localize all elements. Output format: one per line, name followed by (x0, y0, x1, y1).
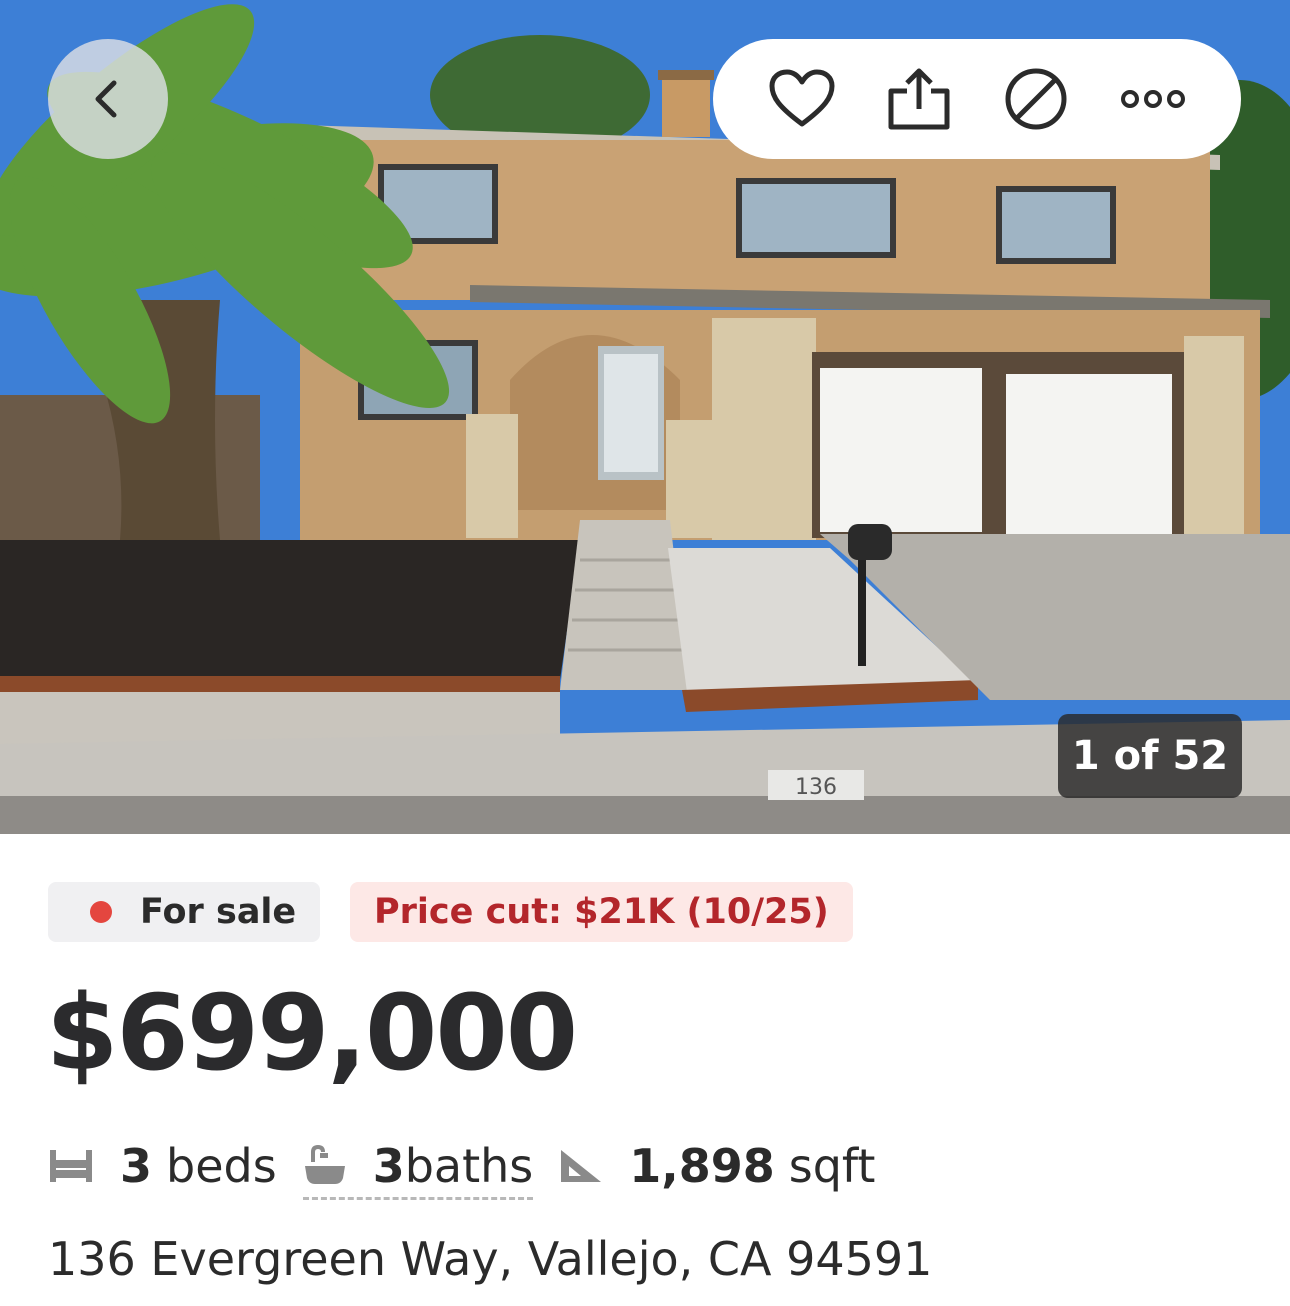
listing-details: For sale Price cut: $21K (10/25) $699,00… (0, 834, 1290, 1306)
property-stats: 3 beds 3 baths 1,898 sqft (48, 1134, 875, 1200)
action-toolbar (713, 39, 1241, 159)
block-icon (1005, 68, 1066, 130)
photo-counter[interactable]: 1 of 52 (1058, 714, 1242, 798)
curb-house-number: 136 (795, 775, 837, 800)
area-ruler-icon (559, 1148, 603, 1184)
share-icon (888, 68, 949, 130)
baths-label: baths (404, 1138, 534, 1193)
back-button[interactable] (48, 39, 168, 159)
baths-stat[interactable]: 3 baths (302, 1138, 534, 1200)
listing-address[interactable]: 136 Evergreen Way, Vallejo, CA 94591 (48, 1232, 932, 1286)
status-label: For sale (140, 892, 297, 932)
more-icon (1120, 90, 1185, 108)
listing-price: $699,000 (46, 972, 578, 1094)
sqft-count: 1,898 (629, 1139, 775, 1193)
favorite-button[interactable] (759, 56, 845, 142)
more-options-button[interactable] (1110, 56, 1196, 142)
share-button[interactable] (876, 56, 962, 142)
beds-label: beds (166, 1139, 277, 1193)
badges-row: For sale Price cut: $21K (10/25) (48, 882, 853, 942)
hide-listing-button[interactable] (993, 56, 1079, 142)
chevron-left-icon (95, 80, 117, 118)
sqft-stat: 1,898 sqft (559, 1139, 875, 1193)
bed-icon (48, 1148, 94, 1184)
baths-count: 3 (372, 1138, 405, 1193)
price-cut-badge: Price cut: $21K (10/25) (350, 882, 853, 942)
status-dot-icon (90, 901, 112, 923)
bathtub-icon (303, 1144, 347, 1188)
beds-count: 3 (120, 1139, 153, 1193)
sqft-label: sqft (788, 1139, 876, 1193)
beds-stat: 3 beds (48, 1139, 277, 1193)
status-badge: For sale (48, 882, 320, 942)
heart-icon (769, 69, 834, 127)
